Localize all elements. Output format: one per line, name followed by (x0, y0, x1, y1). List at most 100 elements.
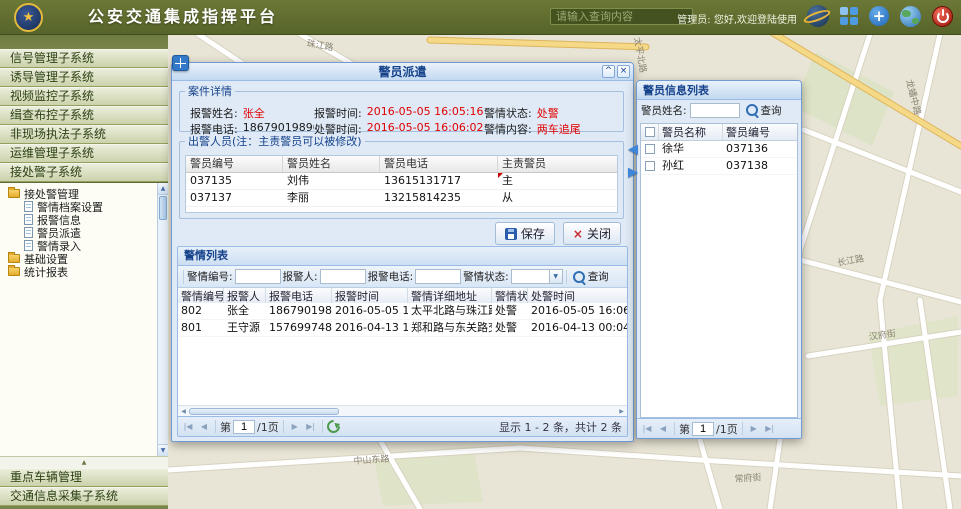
tree-item-stats-report[interactable]: 统计报表 (0, 265, 168, 278)
scroll-down-icon[interactable]: ▼ (158, 444, 168, 456)
sidebar-item-interception-control[interactable]: 缉查布控子系统 (0, 106, 168, 125)
status-combo[interactable]: ▼ (511, 269, 563, 284)
assign-officer-button[interactable]: ◀ (624, 140, 642, 158)
save-button[interactable]: 保存 (495, 222, 555, 245)
alert-id-input[interactable] (235, 269, 281, 284)
cell: 802 (178, 303, 224, 319)
officer-panel-body: 警员姓名: 查询 警员名称 警员编号 徐华 037 (637, 99, 801, 438)
last-page-button[interactable]: ▶| (304, 420, 318, 434)
scroll-up-icon[interactable]: ▲ (158, 183, 168, 195)
dialog-titlebar[interactable]: 警员派遣 ^ × (172, 63, 633, 81)
transfer-arrows: ◀ ▶ (624, 140, 642, 181)
officer-list-row[interactable]: 徐华 037136 (641, 141, 797, 158)
dispatch-tree-panel: 接处警管理 警情档案设置 报警信息 警员派遣 警情录入 (0, 182, 168, 456)
status-combo-input[interactable] (511, 269, 549, 284)
prev-page-button[interactable]: ◀ (197, 420, 211, 434)
column-header[interactable]: 警员电话 (380, 156, 498, 172)
apps-grid-icon[interactable] (840, 7, 858, 25)
tree-item-officer-dispatch[interactable]: 警员派遣 (0, 226, 168, 239)
horizontal-scrollbar[interactable]: ◀ ▶ (178, 405, 627, 416)
prev-page-button[interactable]: ◀ (656, 422, 670, 436)
officer-row[interactable]: 037135 刘伟 13615131717 主 (186, 173, 617, 190)
officer-name-input[interactable] (690, 103, 740, 118)
column-header-report-time[interactable]: 报警时间 (332, 288, 408, 304)
tree-item-alarm-info[interactable]: 报警信息 (0, 213, 168, 226)
column-header-phone[interactable]: 报警电话 (266, 288, 332, 304)
dialog-title: 警员派遣 (172, 63, 633, 80)
column-header[interactable]: 警员编号 (186, 156, 283, 172)
page-input[interactable] (233, 420, 255, 434)
close-button[interactable]: × (617, 65, 630, 78)
pager-separator (283, 420, 284, 433)
column-header-address[interactable]: 警情详细地址 (408, 288, 492, 304)
sidebar-item-key-vehicles[interactable]: 重点车辆管理 (0, 468, 168, 487)
last-page-button[interactable]: ▶| (763, 422, 777, 436)
collapse-button[interactable]: ^ (602, 65, 615, 78)
first-page-button[interactable]: |◀ (640, 422, 654, 436)
sidebar-item-dispatch-system[interactable]: 接处警子系统 (0, 163, 168, 182)
power-icon[interactable] (932, 6, 953, 27)
officer-row[interactable]: 037137 李丽 13215814235 从 (186, 190, 617, 207)
pager-label: 第 (220, 419, 231, 435)
pager-separator (674, 422, 675, 435)
column-header-status[interactable]: 警情状态 (492, 288, 528, 304)
scroll-thumb[interactable] (159, 196, 167, 220)
remove-officer-button[interactable]: ▶ (624, 163, 642, 181)
chevron-down-icon[interactable]: ▼ (549, 269, 563, 284)
alert-row[interactable]: 801 王守源 15769974813 2016-04-13 12:... 郑和… (178, 320, 627, 337)
sidebar-item-traffic-info-collection[interactable]: 交通信息采集子系统 (0, 487, 168, 506)
globe-ring-icon[interactable] (807, 5, 829, 27)
sidebar-item-offsite-enforcement[interactable]: 非现场执法子系统 (0, 125, 168, 144)
tree-item-alert-archive[interactable]: 警情档案设置 (0, 200, 168, 213)
refresh-icon[interactable] (324, 417, 342, 435)
officers-table-header: 警员编号 警员姓名 警员电话 主责警员 (186, 156, 617, 173)
earth-icon[interactable] (900, 6, 921, 27)
column-header-reporter[interactable]: 报警人 (224, 288, 266, 304)
map-layers-icon[interactable] (172, 55, 189, 71)
sidebar-item-guidance-system[interactable]: 诱导管理子系统 (0, 68, 168, 87)
column-header-officer-name[interactable]: 警员名称 (659, 124, 723, 140)
alert-search-button[interactable]: 查询 (570, 268, 612, 285)
page-icon (24, 214, 33, 225)
sidebar-item-operations[interactable]: 运维管理子系统 (0, 144, 168, 163)
checkbox-cell (641, 141, 659, 157)
sidebar-item-signal-system[interactable]: 信号管理子系统 (0, 49, 168, 68)
scroll-right-icon[interactable]: ▶ (616, 406, 627, 416)
tree-scrollbar[interactable]: ▲ ▼ (157, 183, 168, 456)
tree-item-alert-entry[interactable]: 警情录入 (0, 239, 168, 252)
first-page-button[interactable]: |◀ (181, 420, 195, 434)
next-page-button[interactable]: ▶ (747, 422, 761, 436)
alert-list-title: 警情列表 (178, 247, 627, 266)
sidebar-overflow-indicator[interactable]: ▲ (0, 456, 168, 468)
column-header-alert-id[interactable]: 警情编号▼ (178, 288, 224, 304)
sidebar-item-video-surveillance[interactable]: 视频监控子系统 (0, 87, 168, 106)
cell: 801 (178, 320, 224, 336)
officer-search-button[interactable]: 查询 (743, 102, 785, 119)
folder-icon (8, 189, 20, 198)
column-header-officer-id[interactable]: 警员编号 (723, 124, 797, 140)
reporter-input[interactable] (320, 269, 366, 284)
column-header[interactable]: 主责警员 (498, 156, 617, 172)
row-checkbox[interactable] (645, 161, 655, 171)
cell-officer-role[interactable]: 从 (498, 190, 617, 206)
dispatch-dialog: 警员派遣 ^ × 案件详情 报警姓名: 张全 报警时间: 2016-05-05 … (171, 62, 634, 442)
select-all-checkbox[interactable] (645, 127, 655, 137)
column-header[interactable]: 警员姓名 (283, 156, 380, 172)
cell: 2016-04-13 00:04... (528, 320, 627, 336)
officer-list-row[interactable]: 孙红 037138 (641, 158, 797, 175)
close-dialog-button[interactable]: × 关闭 (563, 222, 621, 245)
scroll-left-icon[interactable]: ◀ (178, 406, 189, 416)
phone-input[interactable] (415, 269, 461, 284)
cell-officer-phone: 13615131717 (380, 173, 498, 189)
next-page-button[interactable]: ▶ (288, 420, 302, 434)
sidebar-top-gap (0, 34, 168, 49)
scroll-thumb[interactable] (189, 408, 339, 415)
header-search-input[interactable] (550, 8, 693, 25)
page-input[interactable] (692, 422, 714, 436)
column-header-dispatch-time[interactable]: 处警时间 (528, 288, 627, 304)
officer-panel-titlebar[interactable]: 警员信息列表 (637, 81, 801, 100)
cell-officer-role[interactable]: 主 (498, 173, 617, 189)
alert-row[interactable]: 802 张全 18679019890 2016-05-05 16:... 太平北… (178, 303, 627, 320)
row-checkbox[interactable] (645, 144, 655, 154)
add-icon[interactable]: + (869, 6, 889, 26)
